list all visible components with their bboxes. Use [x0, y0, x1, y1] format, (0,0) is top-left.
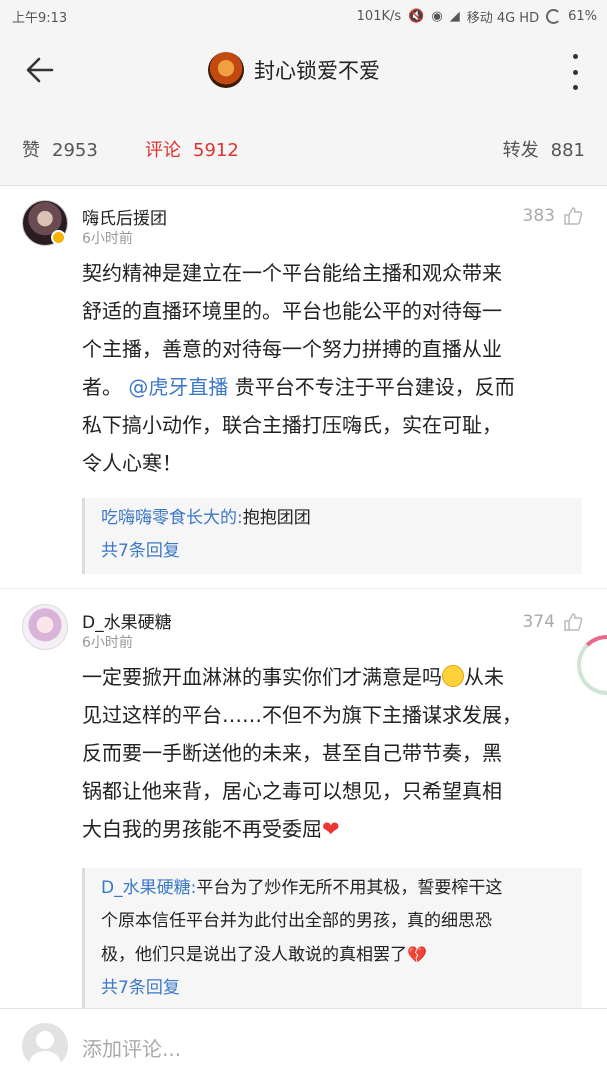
comment-line: 从未	[464, 665, 504, 689]
view-replies-link[interactable]: 共7条回复	[101, 972, 568, 1005]
comment-like-count: 383	[522, 206, 555, 226]
comment-item: 嗨氏后援团 6小时前 383 契约精神是建立在一个平台能给主播和观众带来 舒适的…	[0, 186, 607, 588]
comment-like-count: 374	[522, 612, 555, 632]
reply-username[interactable]: 吃嗨嗨零食长大的:	[101, 508, 243, 528]
back-arrow-icon[interactable]	[22, 52, 62, 92]
tab-reposts[interactable]: 转发 881	[503, 136, 585, 162]
reply-text: 平台为了炒作无所不用其极，誓要榨干这	[196, 878, 503, 898]
avatar[interactable]	[22, 604, 68, 650]
comment-line: 舒适的直播环境里的。平台也能公平的对待每一	[82, 299, 502, 323]
wifi-icon: ◉	[431, 9, 443, 24]
smile-emoji-icon	[442, 665, 464, 687]
post-title-group[interactable]: 封心锁爱不爱	[208, 52, 380, 88]
comment-line: 见过这样的平台……不但不为旗下主播谋求发展，	[82, 703, 522, 727]
stats-bar: 赞 2953 评论 5912 转发 881	[0, 114, 607, 186]
comment-line: 个主播，善意的对待每一个努力拼搏的直播从业	[82, 337, 502, 361]
tab-likes[interactable]: 赞 2953	[22, 136, 98, 162]
comment-line: 令人心寒！	[82, 451, 182, 475]
comments-label: 评论	[145, 140, 181, 161]
status-time: 上午9:13	[12, 11, 68, 26]
comment-line: 私下搞小动作，联合主播打压嗨氏，实在可耻，	[82, 413, 502, 437]
battery-icon	[546, 9, 562, 24]
likes-label: 赞	[22, 140, 40, 161]
tab-comments[interactable]: 评论 5912	[145, 136, 239, 162]
add-comment-input[interactable]: 添加评论...	[82, 1033, 181, 1062]
comment-username[interactable]: D_水果硬糖	[82, 608, 172, 633]
comment-line: 者。	[82, 375, 122, 399]
comment-like-button[interactable]: 383	[523, 206, 583, 226]
network-speed: 101K/s	[356, 9, 402, 24]
reply-preview[interactable]: D_水果硬糖:平台为了炒作无所不用其极，誓要榨干这 个原本信任平台并为此付出全部…	[82, 868, 582, 1011]
divider	[0, 588, 607, 589]
comment-line: 贵平台不专注于平台建设，反而	[228, 375, 515, 399]
comment-time: 6小时前	[82, 635, 133, 651]
likes-count: 2953	[52, 140, 98, 161]
reply-text: 抱抱团团	[242, 508, 311, 528]
comment-line: 一定要掀开血淋淋的事实你们才满意是吗	[82, 665, 442, 689]
comments-count: 5912	[193, 140, 239, 161]
thumb-up-icon	[564, 613, 583, 631]
reply-preview[interactable]: 吃嗨嗨零食长大的:抱抱团团 共7条回复	[82, 498, 582, 574]
comment-item: D_水果硬糖 6小时前 374 一定要掀开血淋淋的事实你们才满意是吗 从未 见过这…	[0, 590, 607, 1011]
comment-like-button[interactable]: 374	[523, 612, 583, 632]
reposts-label: 转发	[502, 140, 539, 161]
comment-line: 大白我的男孩能不再受委屈	[82, 817, 322, 841]
view-replies-link[interactable]: 共7条回复	[101, 535, 568, 568]
reply-username[interactable]: D_水果硬糖:	[101, 878, 196, 898]
broken-heart-emoji-icon: 💔	[407, 945, 427, 964]
reply-item: 吃嗨嗨零食长大的:抱抱团团	[101, 502, 568, 535]
mention-link[interactable]: @虎牙直播	[128, 375, 228, 399]
reply-text: 极，他们只是说出了没人敢说的真相罢了	[101, 945, 407, 965]
more-vertical-icon[interactable]	[571, 54, 579, 90]
comment-username[interactable]: 嗨氏后援团	[82, 204, 167, 229]
comment-line: 反而要一手断送他的未来，甚至自己带节奏，黑	[82, 741, 502, 765]
header-bar: 封心锁爱不爱	[0, 30, 607, 114]
reply-item: D_水果硬糖:平台为了炒作无所不用其极，誓要榨干这	[101, 872, 568, 905]
verified-badge-icon	[51, 230, 66, 245]
carrier-label: 移动 4G HD	[466, 11, 540, 26]
mute-icon: 🔇	[408, 9, 425, 24]
reposts-count: 881	[550, 140, 585, 161]
comment-time: 6小时前	[82, 231, 133, 247]
battery-level: 61%	[568, 9, 597, 24]
status-icons: 101K/s 🔇 ◉ ◢ 移动 4G HD 61%	[357, 7, 597, 26]
reply-text: 个原本信任平台并为此付出全部的男孩，真的细思恐	[101, 911, 492, 931]
thumb-up-icon	[564, 207, 583, 225]
comment-input-bar: 添加评论...	[0, 1008, 607, 1080]
comment-body: 一定要掀开血淋淋的事实你们才满意是吗 从未 见过这样的平台……不但不为旗下主播谋求…	[82, 658, 582, 848]
comment-line: 契约精神是建立在一个平台能给主播和观众带来	[82, 261, 502, 285]
signal-icon: ◢	[449, 9, 460, 24]
comment-body: 契约精神是建立在一个平台能给主播和观众带来 舒适的直播环境里的。平台也能公平的对…	[82, 254, 582, 482]
heart-emoji-icon: ❤	[322, 817, 340, 841]
status-bar: 上午9:13 101K/s 🔇 ◉ ◢ 移动 4G HD 61%	[0, 0, 607, 30]
comment-line: 锅都让他来背，居心之毒可以想见，只希望真相	[82, 779, 502, 803]
user-avatar[interactable]	[22, 1023, 68, 1069]
author-avatar[interactable]	[208, 52, 244, 88]
page-title: 封心锁爱不爱	[254, 59, 380, 83]
